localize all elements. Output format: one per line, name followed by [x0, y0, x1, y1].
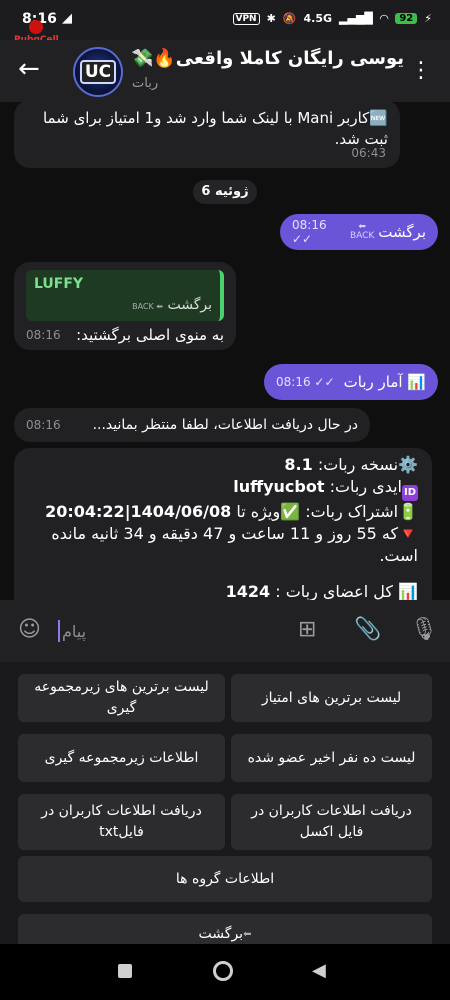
stats-message[interactable]: ⚙️نسخه ربات: 8.1 IDایدی ربات: luffyucbot… [14, 448, 432, 600]
message-text: 📊 آمار ربات [343, 373, 426, 391]
back-arrow-icon: ⬅ [243, 929, 252, 940]
message-input[interactable] [62, 614, 262, 648]
message-bubble[interactable]: LUFFY برگشت ⬅ BACK به منوی اصلی برگشتید:… [14, 262, 236, 350]
battery-emoji-icon: 🔋 [398, 502, 418, 521]
id-icon: ID [402, 485, 418, 501]
text-cursor [58, 620, 60, 642]
system-nav-bar: ◀ [0, 944, 450, 1000]
stat-version: ⚙️نسخه ربات: 8.1 [284, 455, 418, 474]
keyboard-button[interactable]: دریافت اطلاعات کاربران در فایل اکسل [231, 794, 432, 850]
reply-author: LUFFY [34, 276, 84, 292]
message-time: 08:16 ✓✓ [292, 218, 327, 246]
back-arrow-icon[interactable]: ← [18, 56, 40, 82]
chat-header: ← UC یوسی رایگان کاملا واقعی🔥💸😍 ربات ⋮ [0, 40, 450, 102]
keyboard-button[interactable]: لیست ده نفر اخیر عضو شده [231, 734, 432, 782]
emoji-icon[interactable]: ☺ [18, 617, 41, 642]
message-bubble-outgoing[interactable]: 📊 آمار ربات 08:16 ✓✓ [264, 364, 438, 400]
recents-icon[interactable] [118, 964, 132, 978]
message-text: به منوی اصلی برگشتید: [76, 326, 224, 344]
more-menu-icon[interactable]: ⋮ [410, 58, 432, 83]
message-bubble[interactable]: در حال دریافت اطلاعات، لطفا منتظر بمانید… [14, 408, 370, 442]
keyboard-button[interactable]: اطلاعات گروه ها [18, 856, 432, 902]
chat-title[interactable]: یوسی رایگان کاملا واقعی🔥💸😍 [132, 48, 404, 69]
keyboard-button[interactable]: لیست برترین های امتیاز [231, 674, 432, 722]
message-time: 06:43 [351, 146, 386, 160]
vpn-badge: VPN [232, 12, 260, 25]
bot-keyboard: لیست برترین های امتیاز لیست برترین های ز… [0, 662, 450, 956]
home-icon[interactable] [213, 961, 233, 981]
message-text: در حال دریافت اطلاعات، لطفا منتظر بمانید… [92, 416, 358, 433]
bluetooth-icon: ✱ [266, 12, 276, 25]
reply-text: برگشت ⬅ BACK [132, 297, 212, 313]
date-separator: 6 ژوئیه [193, 180, 257, 204]
message-bubble[interactable]: 🆕کاربر Mani با لینک شما وارد شد و1 امتیا… [14, 102, 400, 168]
message-composer: ☺ ⊞ 📎 🎙 [0, 600, 450, 662]
keyboard-button[interactable]: دریافت اطلاعات کاربران در فایلtxt [18, 794, 225, 850]
keyboard-button[interactable]: لیست برترین های زیرمجموعه گیری [18, 674, 225, 722]
battery-icon: 92 [395, 13, 418, 24]
message-text: 🆕کاربر Mani با لینک شما وارد شد و1 امتیا… [42, 109, 388, 148]
stat-bot-id: IDایدی ربات: luffyucbot [28, 476, 418, 501]
avatar[interactable]: UC [73, 47, 123, 97]
check-emoji-icon: ✅ [280, 502, 301, 521]
mute-icon: 🔕 [282, 12, 297, 25]
message-time: 08:16 [26, 328, 61, 342]
back-arrow-icon: ⬅ BACK [132, 302, 164, 311]
keyboard-button[interactable]: اطلاعات زیرمجموعه گیری [18, 734, 225, 782]
gear-icon: ⚙️ [398, 455, 418, 474]
wifi-icon: ◠ [379, 12, 389, 25]
microphone-icon[interactable]: 🎙 [410, 617, 438, 642]
avatar-text: UC [79, 60, 117, 84]
network-label: 4.5G [303, 12, 333, 25]
chat-area[interactable]: 🆕کاربر Mani با لینک شما وارد شد و1 امتیا… [0, 102, 450, 600]
stat-subscription: 🔋اشتراک ربات: ✅ویژه تا 20:04:22|1404/06/… [45, 502, 418, 521]
message-time: 08:16 ✓✓ [276, 375, 335, 389]
signal-icon: ▂▄▆█ [339, 12, 373, 25]
status-icons: VPN ✱ 🔕 4.5G ▂▄▆█ ◠ 92 ⚡ [232, 12, 432, 25]
chart-icon: 📊 [398, 582, 418, 600]
stat-remaining: 🔻که 55 روز و 11 ساعت و 47 دقیقه و 34 ثان… [51, 524, 418, 565]
back-icon[interactable]: ◀ [312, 960, 326, 981]
telegram-icon: ◢ [62, 11, 72, 26]
back-arrow-icon: ⬅ BACK [349, 222, 375, 241]
read-check-icon: ✓✓ [292, 232, 313, 246]
reply-preview[interactable]: LUFFY برگشت ⬅ BACK [26, 270, 224, 321]
charging-icon: ⚡ [424, 12, 432, 25]
commands-icon[interactable]: ⊞ [298, 617, 316, 642]
message-bubble-outgoing[interactable]: برگشت ⬅ BACK 08:16 ✓✓ [280, 214, 438, 250]
chat-subtitle: ربات [132, 76, 159, 91]
status-bar: 8:16 ◢ VPN ✱ 🔕 4.5G ▂▄▆█ ◠ 92 ⚡ PubgCell [0, 0, 450, 45]
paperclip-icon[interactable]: 📎 [354, 617, 381, 642]
message-time: 08:16 [26, 417, 61, 432]
stat-members: 📊 کل اعضای ربات : 1424 [225, 582, 418, 600]
red-triangle-icon: 🔻 [398, 524, 418, 543]
read-check-icon: ✓✓ [314, 375, 335, 389]
message-text: برگشت ⬅ BACK [349, 222, 426, 242]
